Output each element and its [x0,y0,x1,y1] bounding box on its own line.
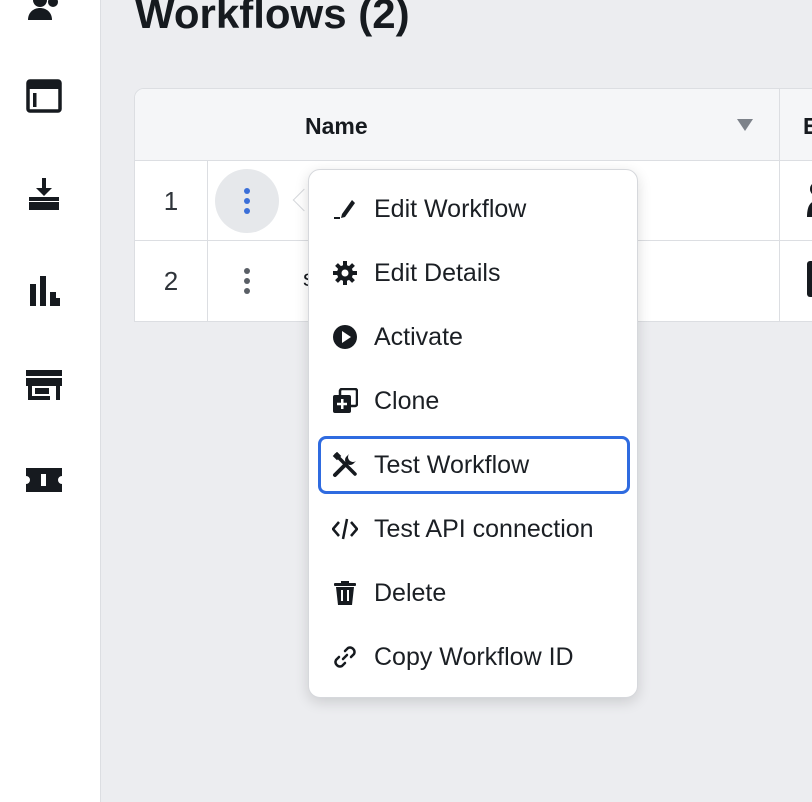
column-divider [779,89,780,160]
play-circle-icon [332,324,358,350]
app-icon [807,261,812,297]
menu-item-activate[interactable]: Activate [318,308,630,366]
clone-icon [332,388,358,414]
window-icon[interactable] [22,74,66,118]
row-context-menu: Edit Workflow Edit Details Activate Clon… [308,169,638,698]
menu-item-edit-details[interactable]: Edit Details [318,244,630,302]
menu-item-label: Edit Details [374,258,501,287]
download-tray-icon[interactable] [22,172,66,216]
menu-item-label: Copy Workflow ID [374,642,574,671]
row-index: 2 [163,265,179,296]
row-actions-button[interactable] [215,249,279,313]
column-header-next[interactable]: E [803,113,812,140]
sidebar [0,0,101,802]
people-icon[interactable] [22,0,66,30]
row-actions-button[interactable] [215,169,279,233]
menu-item-clone[interactable]: Clone [318,372,630,430]
row-index: 1 [163,185,179,216]
menu-item-test-workflow[interactable]: Test Workflow [318,436,630,494]
menu-item-label: Clone [374,386,440,415]
trash-icon [332,580,358,606]
menu-item-label: Edit Workflow [374,194,527,223]
page-title: Workflows (2) [135,0,410,37]
kebab-icon [244,268,250,294]
bar-chart-icon[interactable] [22,268,66,312]
kebab-icon [244,188,250,214]
menu-item-delete[interactable]: Delete [318,564,630,622]
gear-icon [332,260,358,286]
menu-item-label: Delete [374,578,447,607]
ticket-icon[interactable] [22,458,66,502]
menu-item-test-api-connection[interactable]: Test API connection [318,500,630,558]
table-header: Name E [135,89,812,161]
menu-item-label: Test Workflow [374,450,530,479]
tools-icon [332,452,358,478]
code-icon [332,516,358,542]
menu-item-edit-workflow[interactable]: Edit Workflow [318,180,630,238]
menu-item-label: Activate [374,322,463,351]
pencil-icon [332,196,358,222]
storefront-icon[interactable] [22,362,66,406]
column-header-name[interactable]: Name [305,113,368,140]
menu-item-copy-workflow-id[interactable]: Copy Workflow ID [318,628,630,686]
sort-descending-icon[interactable] [736,118,754,132]
menu-item-label: Test API connection [374,514,594,543]
link-icon [332,644,358,670]
user-icon [807,184,812,217]
